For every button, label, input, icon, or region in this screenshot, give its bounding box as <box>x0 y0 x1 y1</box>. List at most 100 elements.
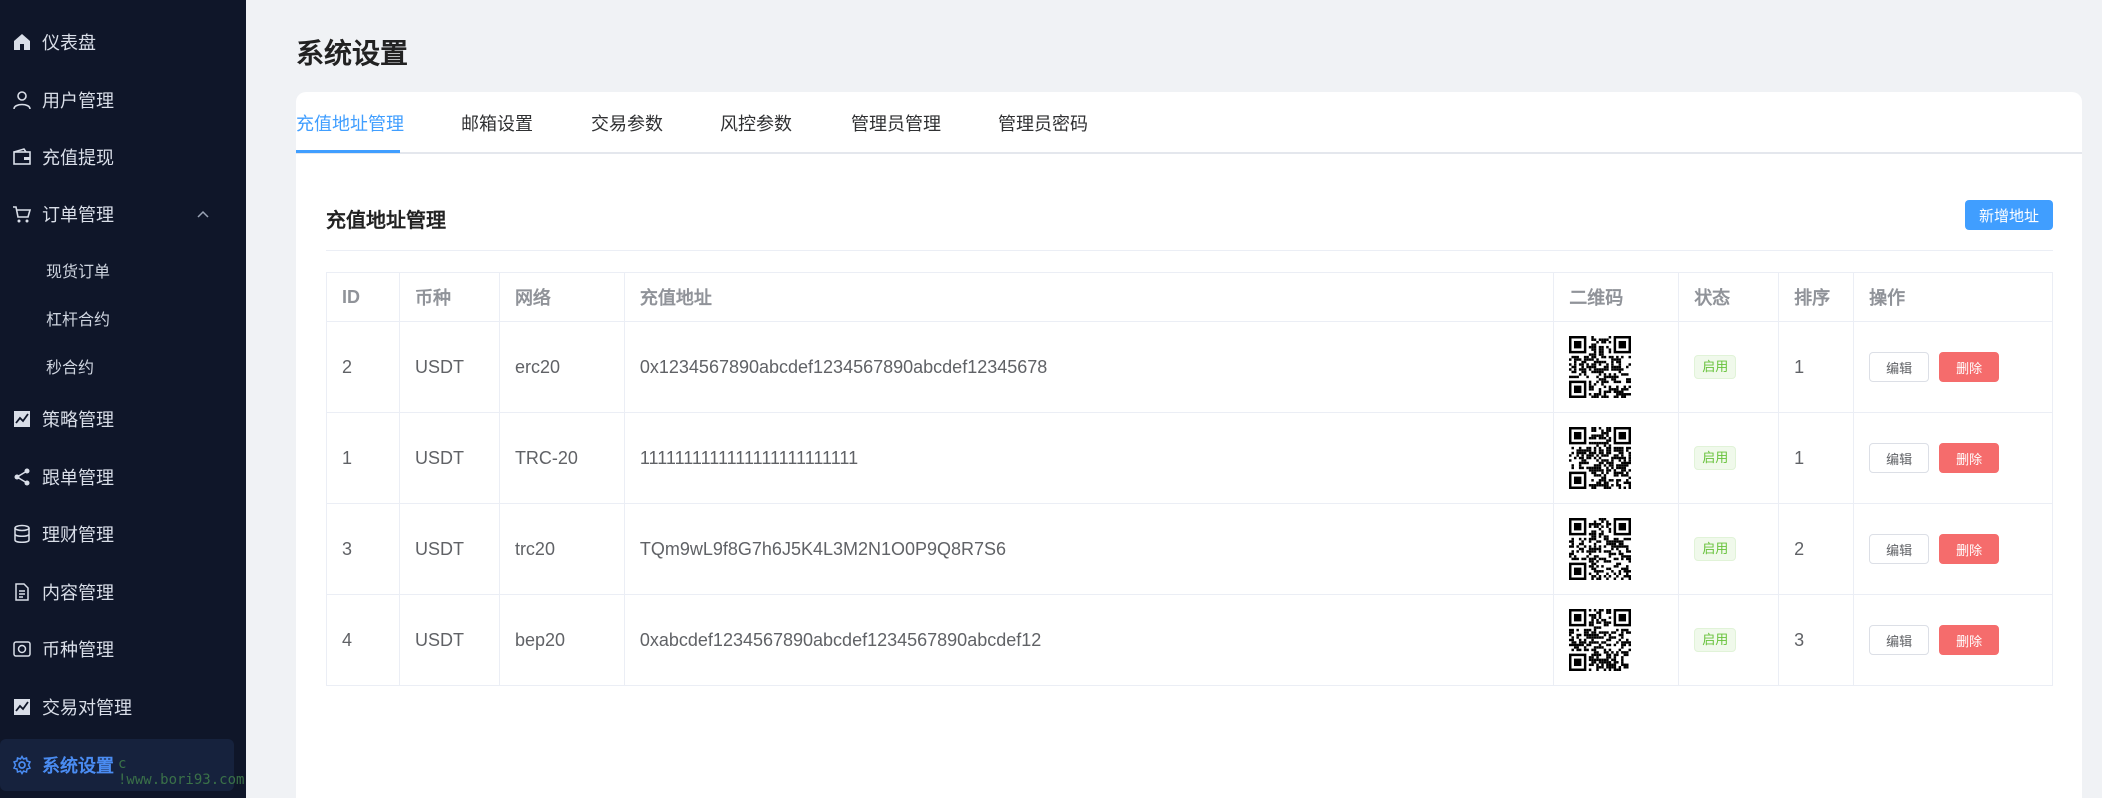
cell-network: TRC-20 <box>498 412 625 504</box>
qr-code-image[interactable] <box>1569 609 1632 671</box>
sidebar-item-label: 内容管理 <box>42 583 114 603</box>
share-icon <box>12 467 32 487</box>
cell-address: 0x1234567890abcdef1234567890abcdef123456… <box>623 321 1555 413</box>
qr-code-image[interactable] <box>1569 427 1632 489</box>
sidebar-item-label: 订单管理 <box>42 205 114 225</box>
status-badge: 启用 <box>1694 628 1737 652</box>
cell-network: bep20 <box>498 594 625 686</box>
sidebar-item-strategy[interactable]: 策略管理 <box>0 397 246 441</box>
cell-id: 1 <box>326 412 400 504</box>
page-title: 系统设置 <box>296 38 409 69</box>
sidebar-item-content[interactable]: 内容管理 <box>0 570 246 614</box>
divider <box>326 250 2053 251</box>
cell-coin: USDT <box>398 412 500 504</box>
cell-sort: 1 <box>1778 321 1855 413</box>
edit-button[interactable]: 编辑 <box>1869 534 1930 564</box>
cell-id: 4 <box>326 594 400 686</box>
sidebar-subitem-label: 杠杆合约 <box>46 312 111 329</box>
column-header-sort: 排序 <box>1778 272 1855 322</box>
column-header-coin: 币种 <box>398 272 500 322</box>
chevron-up-icon <box>196 206 210 220</box>
table-row: 3 USDT trc20 TQm9wL9f8G7h6J5K4L3M2N1O0P9… <box>326 503 2053 595</box>
qr-code-image[interactable] <box>1569 336 1632 398</box>
sidebar-item-deposit-withdraw[interactable]: 充值提现 <box>0 135 246 179</box>
sidebar-subitem-spot-orders[interactable]: 现货订单 <box>0 250 246 290</box>
cell-sort: 1 <box>1778 412 1855 504</box>
sidebar-item-label: 充值提现 <box>42 148 114 168</box>
sidebar-item-coins[interactable]: 币种管理 <box>0 627 246 671</box>
cell-sort: 2 <box>1778 503 1855 595</box>
cell-id: 3 <box>326 503 400 595</box>
tab-trading-params[interactable]: 交易参数 <box>591 110 663 152</box>
deposit-address-table: ID 币种 网络 充值地址 二维码 状态 排序 操作 2 USDT erc20 … <box>326 272 2053 686</box>
sidebar-item-label: 用户管理 <box>42 91 114 111</box>
tab-admin-password[interactable]: 管理员密码 <box>998 110 1088 152</box>
delete-button[interactable]: 删除 <box>1939 625 2000 655</box>
watermark: c !www.bori93.com <box>118 756 245 788</box>
sidebar-item-orders[interactable]: 订单管理 <box>0 192 246 236</box>
delete-button[interactable]: 删除 <box>1939 534 2000 564</box>
cell-network: erc20 <box>498 321 625 413</box>
tab-admin-management[interactable]: 管理员管理 <box>851 110 941 152</box>
status-badge: 启用 <box>1694 446 1737 470</box>
table-row: 1 USDT TRC-20 1111111111111111111111111 … <box>326 412 2053 504</box>
cell-sort: 3 <box>1778 594 1855 686</box>
sidebar-subitem-label: 现货订单 <box>46 264 111 281</box>
table-row: 2 USDT erc20 0x1234567890abcdef123456789… <box>326 321 2053 413</box>
settings-card: 充值地址管理 邮箱设置 交易参数 风控参数 管理员管理 管理员密码 充值地址管理… <box>296 92 2082 798</box>
edit-button[interactable]: 编辑 <box>1869 443 1930 473</box>
chart-line-icon <box>12 409 32 429</box>
gear-icon <box>12 755 32 775</box>
table-row: 4 USDT bep20 0xabcdef1234567890abcdef123… <box>326 594 2053 686</box>
sidebar-item-label: 币种管理 <box>42 640 114 660</box>
edit-button[interactable]: 编辑 <box>1869 625 1930 655</box>
sidebar-item-label: 策略管理 <box>42 410 114 430</box>
sidebar-item-label: 系统设置 <box>42 756 114 776</box>
cell-network: trc20 <box>498 503 625 595</box>
delete-button[interactable]: 删除 <box>1939 352 2000 382</box>
qr-code-image[interactable] <box>1569 518 1632 580</box>
tab-deposit-address[interactable]: 充值地址管理 <box>296 110 404 152</box>
cell-coin: USDT <box>398 503 500 595</box>
sidebar-item-copy-trading[interactable]: 跟单管理 <box>0 455 246 499</box>
sidebar-subitem-label: 秒合约 <box>46 360 95 377</box>
sidebar-item-label: 跟单管理 <box>42 468 114 488</box>
cell-address: 0xabcdef1234567890abcdef1234567890abcdef… <box>623 594 1555 686</box>
tab-email-settings[interactable]: 邮箱设置 <box>461 110 533 152</box>
section-title: 充值地址管理 <box>326 210 446 232</box>
edit-button[interactable]: 编辑 <box>1869 352 1930 382</box>
column-header-id: ID <box>326 272 400 322</box>
coin-icon <box>12 639 32 659</box>
sidebar-item-wealth[interactable]: 理财管理 <box>0 512 246 556</box>
column-header-status: 状态 <box>1678 272 1780 322</box>
column-header-network: 网络 <box>498 272 625 322</box>
settings-tabs: 充值地址管理 邮箱设置 交易参数 风控参数 管理员管理 管理员密码 <box>296 92 2082 154</box>
sidebar: 仪表盘 用户管理 充值提现 订单管理 现货订单 杠杆合约 秒合约 策略管理 跟单… <box>0 0 246 798</box>
sidebar-item-label: 仪表盘 <box>42 33 96 53</box>
sidebar-item-dashboard[interactable]: 仪表盘 <box>0 20 246 64</box>
add-address-button[interactable]: 新增地址 <box>1965 200 2053 230</box>
delete-button[interactable]: 删除 <box>1939 443 2000 473</box>
table-header-row: ID 币种 网络 充值地址 二维码 状态 排序 操作 <box>326 272 2053 322</box>
sidebar-subitem-leverage-contract[interactable]: 杠杆合约 <box>0 298 246 338</box>
cell-coin: USDT <box>398 594 500 686</box>
cell-address: 1111111111111111111111111 <box>623 412 1555 504</box>
wallet-icon <box>12 147 32 167</box>
column-header-actions: 操作 <box>1853 272 2053 322</box>
cell-address: TQm9wL9f8G7h6J5K4L3M2N1O0P9Q8R7S6 <box>623 503 1555 595</box>
column-header-address: 充值地址 <box>623 272 1555 322</box>
sidebar-subitem-second-contract[interactable]: 秒合约 <box>0 346 246 386</box>
cart-icon <box>12 204 32 224</box>
status-badge: 启用 <box>1694 355 1737 379</box>
chart-line-icon <box>12 697 32 717</box>
document-icon <box>12 582 32 602</box>
database-icon <box>12 524 32 544</box>
active-tab-indicator <box>296 150 400 153</box>
sidebar-item-label: 理财管理 <box>42 525 114 545</box>
home-icon <box>12 32 32 52</box>
tab-risk-params[interactable]: 风控参数 <box>720 110 792 152</box>
sidebar-item-trading-pairs[interactable]: 交易对管理 <box>0 685 246 729</box>
status-badge: 启用 <box>1694 537 1737 561</box>
column-header-qrcode: 二维码 <box>1553 272 1680 322</box>
sidebar-item-users[interactable]: 用户管理 <box>0 78 246 122</box>
